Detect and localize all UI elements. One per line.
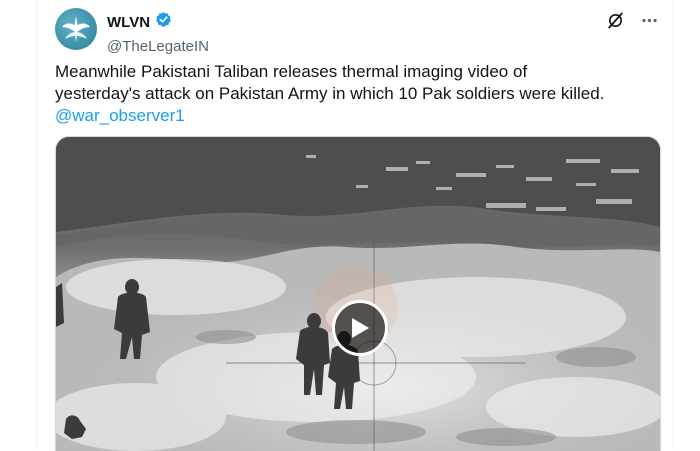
tweet-card[interactable]: WLVN @TheLegateIN Meanwhile Pakistani Ta… <box>36 0 674 451</box>
avatar[interactable] <box>55 8 97 50</box>
account-handle[interactable]: @TheLegateIN <box>107 38 209 55</box>
verified-badge-icon <box>155 11 172 33</box>
video-player[interactable] <box>55 136 661 451</box>
play-button[interactable] <box>332 300 388 356</box>
tweet-text-line-1: Meanwhile Pakistani Taliban releases the… <box>55 62 528 81</box>
wlvn-logo-icon <box>62 16 90 42</box>
more-options-icon[interactable] <box>639 10 659 30</box>
thermal-video-frame <box>56 137 660 451</box>
mention-link[interactable]: @war_observer1 <box>55 105 665 127</box>
grok-icon[interactable] <box>605 10 625 30</box>
display-name[interactable]: WLVN <box>107 14 150 31</box>
account-info: WLVN @TheLegateIN <box>107 11 209 55</box>
tweet-text: Meanwhile Pakistani Taliban releases the… <box>55 61 665 127</box>
play-icon <box>352 318 369 338</box>
tweet-header: WLVN @TheLegateIN <box>55 8 659 55</box>
tweet-text-line-2: yesterday's attack on Pakistan Army in w… <box>55 84 605 103</box>
